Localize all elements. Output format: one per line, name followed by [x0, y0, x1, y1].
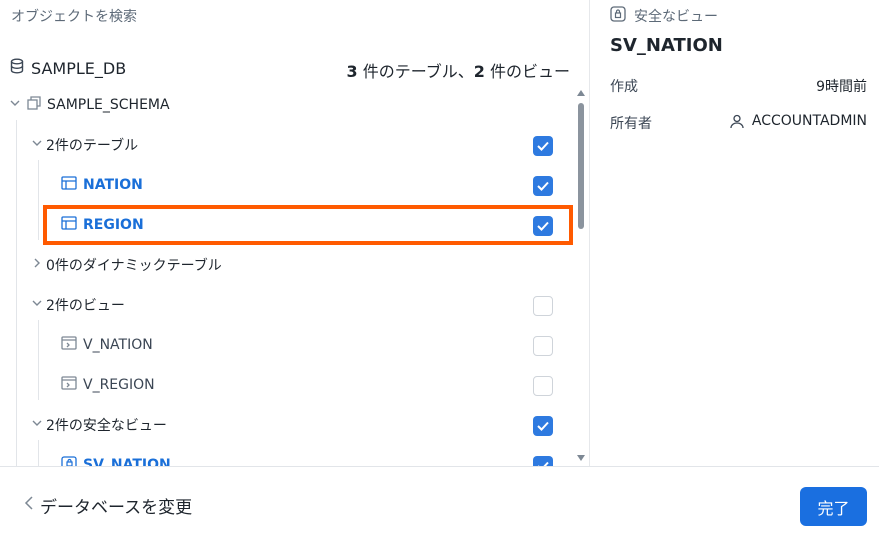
chevron-left-icon — [24, 495, 34, 516]
table-icon — [61, 176, 77, 194]
group-secure-views[interactable]: 2件の安全なビュー — [31, 412, 167, 438]
group-views-label: 2件のビュー — [46, 298, 125, 314]
detail-panel: 安全なビュー SV_NATION 作成 9時間前 所有者 ACCOUNTADMI… — [590, 0, 879, 466]
chevron-down-icon[interactable] — [31, 297, 43, 313]
search-objects-label[interactable]: オブジェクトを検索 — [11, 6, 137, 26]
table-item-nation[interactable]: NATION — [61, 172, 143, 198]
owner-value: ACCOUNTADMIN — [730, 113, 867, 129]
region-highlight-box — [43, 205, 573, 245]
table-nation-checkbox[interactable] — [533, 176, 553, 196]
check-icon — [537, 421, 549, 431]
view-icon — [61, 336, 77, 354]
chevron-down-icon[interactable] — [9, 97, 21, 113]
scroll-up-arrow-icon[interactable] — [577, 90, 585, 96]
detail-type-label: 安全なビュー — [634, 9, 718, 25]
database-icon — [10, 58, 24, 78]
group-dynamic-tables[interactable]: 0件のダイナミックテーブル — [31, 252, 222, 278]
object-browser-panel: オブジェクトを検索 SAMPLE_DB 3 件のテーブル、2 件のビュー SAM… — [0, 0, 589, 466]
database-row: SAMPLE_DB 3 件のテーブル、2 件のビュー — [10, 56, 570, 81]
database-summary: 3 件のテーブル、2 件のビュー — [346, 62, 570, 81]
detail-type: 安全なビュー — [610, 6, 718, 26]
chevron-right-icon[interactable] — [31, 257, 43, 273]
schema-icon — [27, 96, 41, 114]
tree-guide-schema — [16, 120, 17, 466]
done-button[interactable]: 完了 — [800, 487, 867, 526]
group-secure-views-checkbox[interactable] — [533, 416, 553, 436]
group-tables[interactable]: 2件のテーブル — [31, 132, 138, 158]
scrollbar-thumb[interactable] — [578, 103, 584, 229]
group-views-checkbox[interactable] — [533, 296, 553, 316]
tree-guide-tables — [38, 160, 39, 240]
view-icon — [61, 376, 77, 394]
group-tables-checkbox[interactable] — [533, 136, 553, 156]
check-icon — [537, 141, 549, 151]
owner-key: 所有者 — [610, 116, 652, 132]
group-dynamic-tables-label: 0件のダイナミックテーブル — [46, 258, 222, 274]
view-item-v-region[interactable]: V_REGION — [61, 372, 155, 398]
tree-guide-secure-views — [38, 440, 39, 466]
group-tables-label: 2件のテーブル — [46, 138, 139, 154]
created-key: 作成 — [610, 79, 638, 95]
view-item-label: V_NATION — [83, 337, 153, 353]
database-name: SAMPLE_DB — [31, 58, 127, 78]
tree-guide-views — [38, 320, 39, 400]
view-item-v-nation[interactable]: V_NATION — [61, 332, 153, 358]
group-views[interactable]: 2件のビュー — [31, 292, 125, 318]
secure-view-icon — [610, 6, 626, 26]
view-v-region-checkbox[interactable] — [533, 376, 553, 396]
chevron-down-icon[interactable] — [31, 137, 43, 153]
user-icon — [730, 114, 744, 129]
secure-view-sv-nation-checkbox[interactable] — [533, 456, 553, 466]
created-value: 9時間前 — [816, 79, 867, 95]
view-v-nation-checkbox[interactable] — [533, 336, 553, 356]
chevron-down-icon[interactable] — [31, 417, 43, 433]
check-icon — [537, 181, 549, 191]
secure-view-icon — [61, 456, 77, 466]
footer-bar: データベースを変更 完了 — [0, 466, 879, 533]
group-secure-views-label: 2件の安全なビュー — [46, 418, 167, 434]
table-item-label: NATION — [83, 177, 143, 193]
detail-title: SV_NATION — [610, 35, 723, 56]
schema-row[interactable]: SAMPLE_SCHEMA — [9, 92, 170, 118]
view-item-label: V_REGION — [83, 377, 155, 393]
change-database-button[interactable]: データベースを変更 — [24, 493, 192, 518]
secure-view-item-sv-nation[interactable]: SV_NATION — [61, 452, 171, 466]
schema-name: SAMPLE_SCHEMA — [47, 97, 170, 113]
secure-view-item-label: SV_NATION — [83, 457, 171, 466]
scroll-down-arrow-icon[interactable] — [577, 455, 585, 461]
change-database-label: データベースを変更 — [40, 498, 193, 518]
